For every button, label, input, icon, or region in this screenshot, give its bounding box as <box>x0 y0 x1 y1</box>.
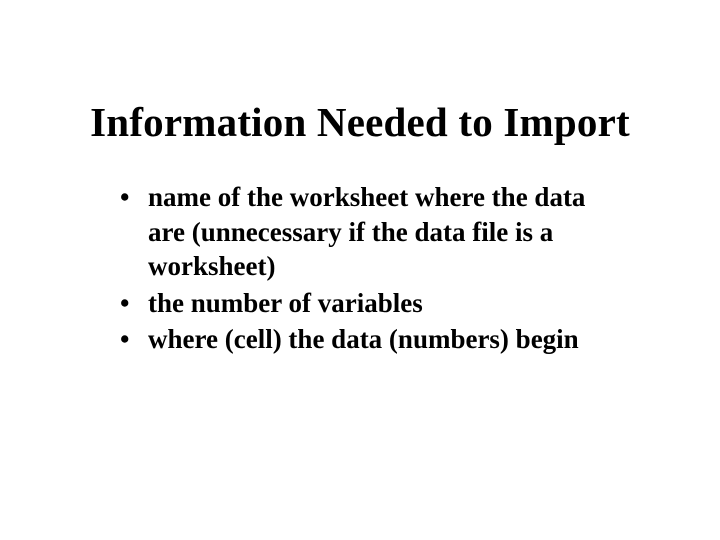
slide: Information Needed to Import name of the… <box>0 0 720 540</box>
bullet-list: name of the worksheet where the data are… <box>120 180 620 357</box>
list-item: the number of variables <box>120 286 620 321</box>
list-item: name of the worksheet where the data are… <box>120 180 620 284</box>
list-item: where (cell) the data (numbers) begin <box>120 322 620 357</box>
slide-body: name of the worksheet where the data are… <box>120 180 620 359</box>
slide-title: Information Needed to Import <box>0 98 720 146</box>
